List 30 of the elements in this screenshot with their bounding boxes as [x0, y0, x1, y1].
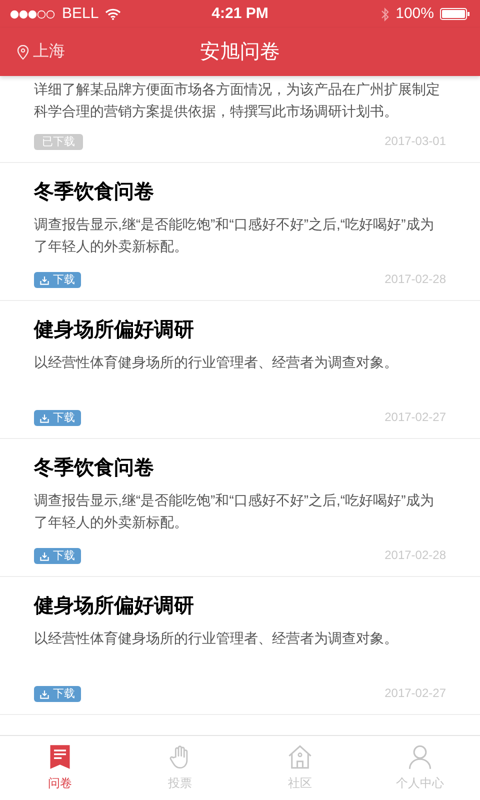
- survey-title: 健身场所偏好调研: [34, 594, 195, 619]
- survey-title: 冬季饮食问卷: [34, 456, 155, 481]
- survey-description: 以经营性体育健身场所的行业管理者、经营者为调查对象。: [34, 629, 399, 648]
- app-title: 安旭问卷: [200, 40, 280, 65]
- survey-description: 详细了解某品牌方便面市场各方面情况，为该产品在广州扩展制定科学合理的营销方案提供依据，特撰写此市场调研计划书。: [34, 80, 441, 121]
- person-icon: [407, 744, 433, 770]
- download-icon: [40, 690, 49, 698]
- house-icon: [287, 744, 313, 770]
- download-button[interactable]: 下载: [34, 548, 81, 564]
- download-icon: [40, 552, 49, 560]
- battery-icon: [440, 8, 470, 20]
- survey-description: 调查报告显示,继“是否能吃饱”和“口感好不好”之后,“吃好喝好”成为了年轻人的外卖新标配。: [34, 491, 435, 532]
- download-icon: [40, 276, 49, 284]
- download-button[interactable]: 下载: [34, 272, 81, 288]
- location-button[interactable]: 上海: [17, 40, 65, 64]
- tab-item[interactable]: 问卷: [0, 736, 120, 800]
- bluetooth-icon: [380, 6, 390, 22]
- location-pin-icon: [17, 44, 29, 60]
- wifi-icon: [104, 8, 121, 20]
- clock-time: 4:21 PM: [212, 4, 268, 24]
- survey-description: 以经营性体育健身场所的行业管理者、经营者为调查对象。: [34, 353, 399, 372]
- battery-percent: 100%: [396, 4, 434, 24]
- carrier-name: BELL: [62, 4, 99, 24]
- survey-title: 健身场所偏好调研: [34, 318, 195, 343]
- survey-title: 冬季饮食问卷: [34, 180, 155, 205]
- signal-icon: [10, 10, 56, 18]
- download-button[interactable]: 下载: [34, 686, 81, 702]
- survey-description: 调查报告显示,继“是否能吃饱”和“口感好不好”之后,“吃好喝好”成为了年轻人的外卖新标配。: [34, 215, 435, 256]
- download-icon: [40, 414, 49, 422]
- download-button[interactable]: 下载: [34, 410, 81, 426]
